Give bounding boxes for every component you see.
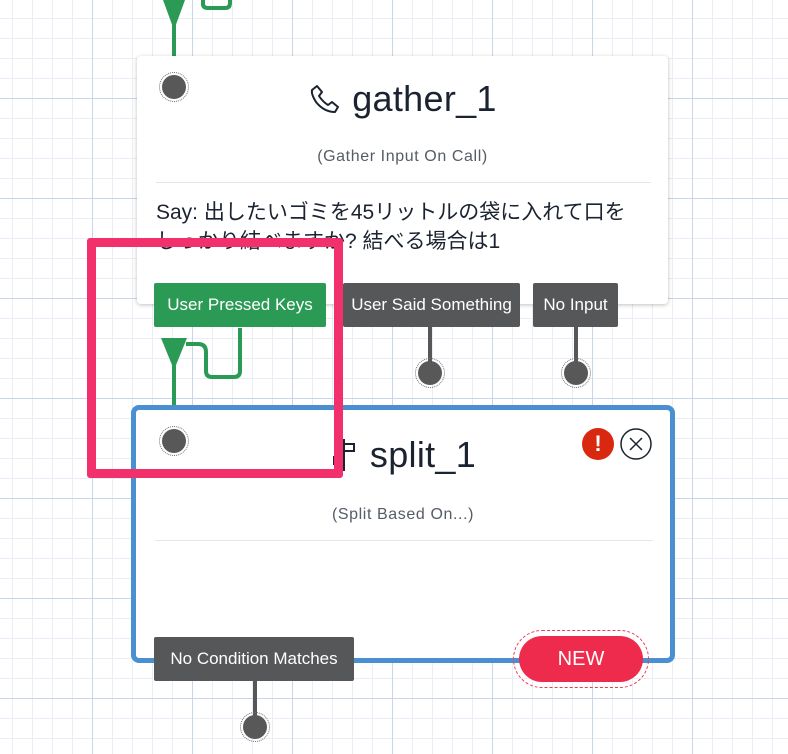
split-icon [330, 437, 360, 473]
new-transition-label: NEW [519, 636, 643, 682]
keys-to-split-arrow [161, 338, 187, 370]
split-widget-title: split_1 [369, 434, 477, 475]
gather-widget-body: Say: 出したいゴミを45リットルの袋に入れて口をしっかり結べますか? 結べる… [156, 201, 626, 253]
new-transition-button[interactable]: NEW [513, 630, 649, 688]
incoming-wire-loop [201, 0, 232, 10]
no-input-handle[interactable] [561, 358, 591, 388]
split-widget-card[interactable]: split_1 ! (Split Based On...) [131, 405, 675, 663]
gather-widget-header: gather_1 [137, 74, 668, 124]
split-input-handle[interactable] [159, 426, 189, 456]
gather-widget-title: gather_1 [352, 78, 497, 119]
split-widget-divider [155, 540, 653, 541]
transition-user-pressed-keys[interactable]: User Pressed Keys [154, 283, 326, 327]
incoming-wire-arrow [163, 0, 185, 30]
warning-icon[interactable]: ! [582, 428, 614, 460]
transition-user-said-something[interactable]: User Said Something [343, 283, 520, 327]
no-condition-matches-handle[interactable] [240, 712, 270, 742]
phone-icon [308, 82, 342, 116]
user-said-something-handle[interactable] [415, 358, 445, 388]
transition-no-input[interactable]: No Input [533, 283, 618, 327]
split-widget-status: ! [582, 428, 652, 460]
gather-widget-card[interactable]: gather_1 (Gather Input On Call) Say: 出した… [137, 56, 668, 304]
gather-input-handle[interactable] [159, 72, 189, 102]
keys-to-split-wire [186, 328, 242, 379]
gather-widget-divider [156, 182, 651, 183]
close-icon[interactable] [620, 428, 652, 460]
transition-no-condition-matches[interactable]: No Condition Matches [154, 637, 354, 681]
gather-widget-subtitle: (Gather Input On Call) [317, 148, 488, 165]
split-widget-subtitle: (Split Based On...) [331, 506, 475, 523]
